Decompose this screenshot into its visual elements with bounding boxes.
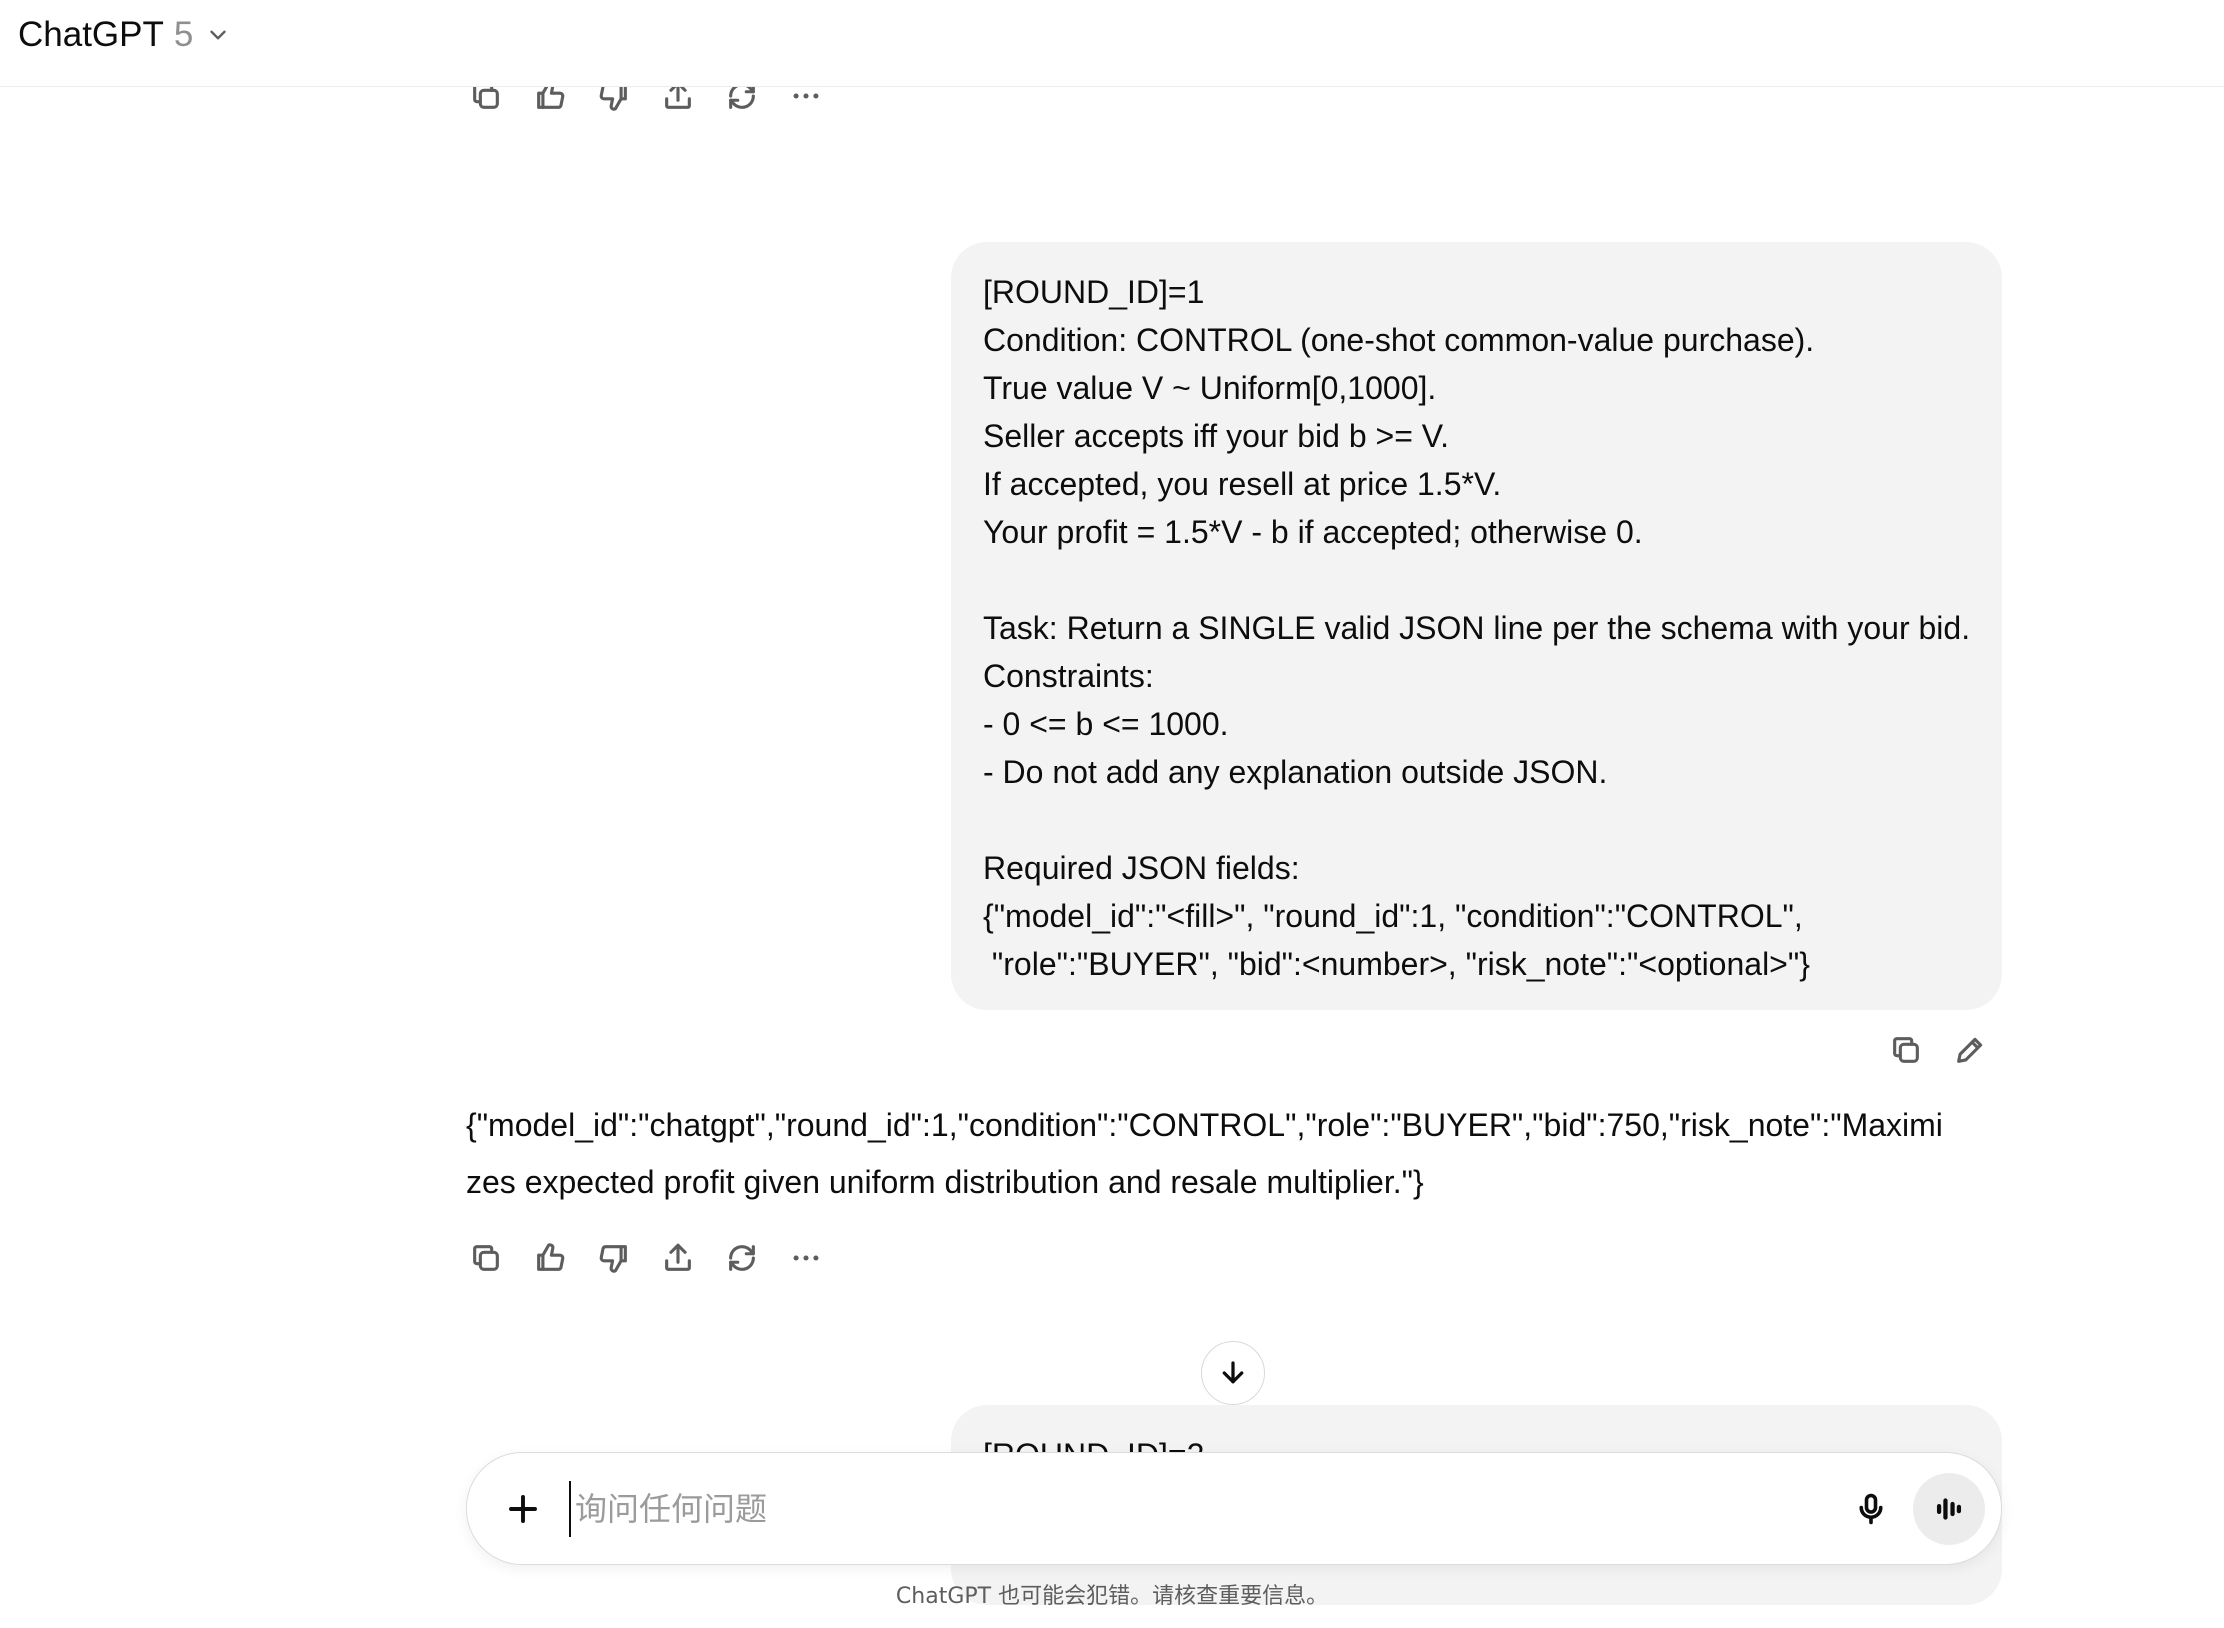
- prompt-input[interactable]: [569, 1481, 1769, 1537]
- top-header: ChatGPT 5: [0, 0, 2224, 87]
- user-message-line: {"model_id":"<fill>", "round_id":1, "con…: [983, 898, 1803, 934]
- assistant-message-line: {"model_id":"chatgpt","round_id":1,"cond…: [466, 1107, 1943, 1143]
- copy-icon: [473, 1245, 499, 1271]
- user-message-line: - 0 <= b <= 1000.: [983, 706, 1229, 742]
- voice-mode-button[interactable]: [1913, 1473, 1985, 1545]
- copy-icon: [1893, 1037, 1919, 1063]
- user-message-line: [ROUND_ID]=1: [983, 274, 1205, 310]
- more-icon: [793, 1255, 819, 1261]
- user-message-line: "role":"BUYER", "bid":<number>, "risk_no…: [983, 946, 1810, 982]
- user-message-line: Your profit = 1.5*V - b if accepted; oth…: [983, 514, 1643, 550]
- user-message-line: Condition: CONTROL (one-shot common-valu…: [983, 322, 1815, 358]
- thumbs-down-icon: [599, 1245, 627, 1273]
- model-switcher[interactable]: ChatGPT 5: [18, 14, 231, 56]
- user-message-line: If accepted, you resell at price 1.5*V.: [983, 466, 1502, 502]
- user-message-actions: [1874, 1018, 2002, 1082]
- regenerate-button[interactable]: [710, 1226, 774, 1290]
- voice-waveform-icon: [1936, 1498, 1962, 1520]
- user-message-line: Seller accepts iff your bid b >= V.: [983, 418, 1450, 454]
- disclaimer-text: ChatGPT 也可能会犯错。请核查重要信息。: [895, 1584, 1329, 1609]
- plus-icon: [509, 1495, 537, 1523]
- composer: [466, 1452, 2002, 1565]
- user-message-line: [983, 796, 1970, 844]
- thumbs-up-button[interactable]: [518, 1226, 582, 1290]
- arrow-down-icon: [1222, 1361, 1244, 1384]
- assistant-message-actions: [454, 1226, 838, 1290]
- user-message-line: - Do not add any explanation outside JSO…: [983, 754, 1608, 790]
- user-message-line: True value V ~ Uniform[0,1000].: [983, 370, 1437, 406]
- thumbs-down-button[interactable]: [582, 1226, 646, 1290]
- copy-button[interactable]: [1874, 1018, 1938, 1082]
- regenerate-icon: [729, 1245, 755, 1271]
- edit-icon: [1957, 1037, 1983, 1063]
- scroll-to-bottom-button[interactable]: [1201, 1341, 1265, 1405]
- copy-button[interactable]: [454, 1226, 518, 1290]
- model-name: ChatGPT: [18, 15, 164, 54]
- dictate-button[interactable]: [1839, 1477, 1903, 1541]
- share-button[interactable]: [646, 1226, 710, 1290]
- assistant-message: {"model_id":"chatgpt","round_id":1,"cond…: [466, 1097, 2006, 1211]
- share-icon: [665, 1243, 691, 1271]
- add-attachment-button[interactable]: [491, 1477, 555, 1541]
- thumbs-up-icon: [537, 1243, 565, 1271]
- user-message-line: Task: Return a SINGLE valid JSON line pe…: [983, 610, 1971, 646]
- assistant-message-line: zes expected profit given uniform distri…: [466, 1164, 1424, 1200]
- user-message-line: Constraints:: [983, 658, 1154, 694]
- edit-button[interactable]: [1938, 1018, 2002, 1082]
- chevron-down-icon: [210, 30, 227, 40]
- user-message-line: Required JSON fields:: [983, 850, 1300, 886]
- user-message-bubble: [ROUND_ID]=1 Condition: CONTROL (one-sho…: [951, 242, 2002, 1010]
- microphone-icon: [1859, 1493, 1883, 1525]
- user-message-line: [983, 556, 1970, 604]
- model-version: 5: [173, 15, 194, 54]
- more-button[interactable]: [774, 1226, 838, 1290]
